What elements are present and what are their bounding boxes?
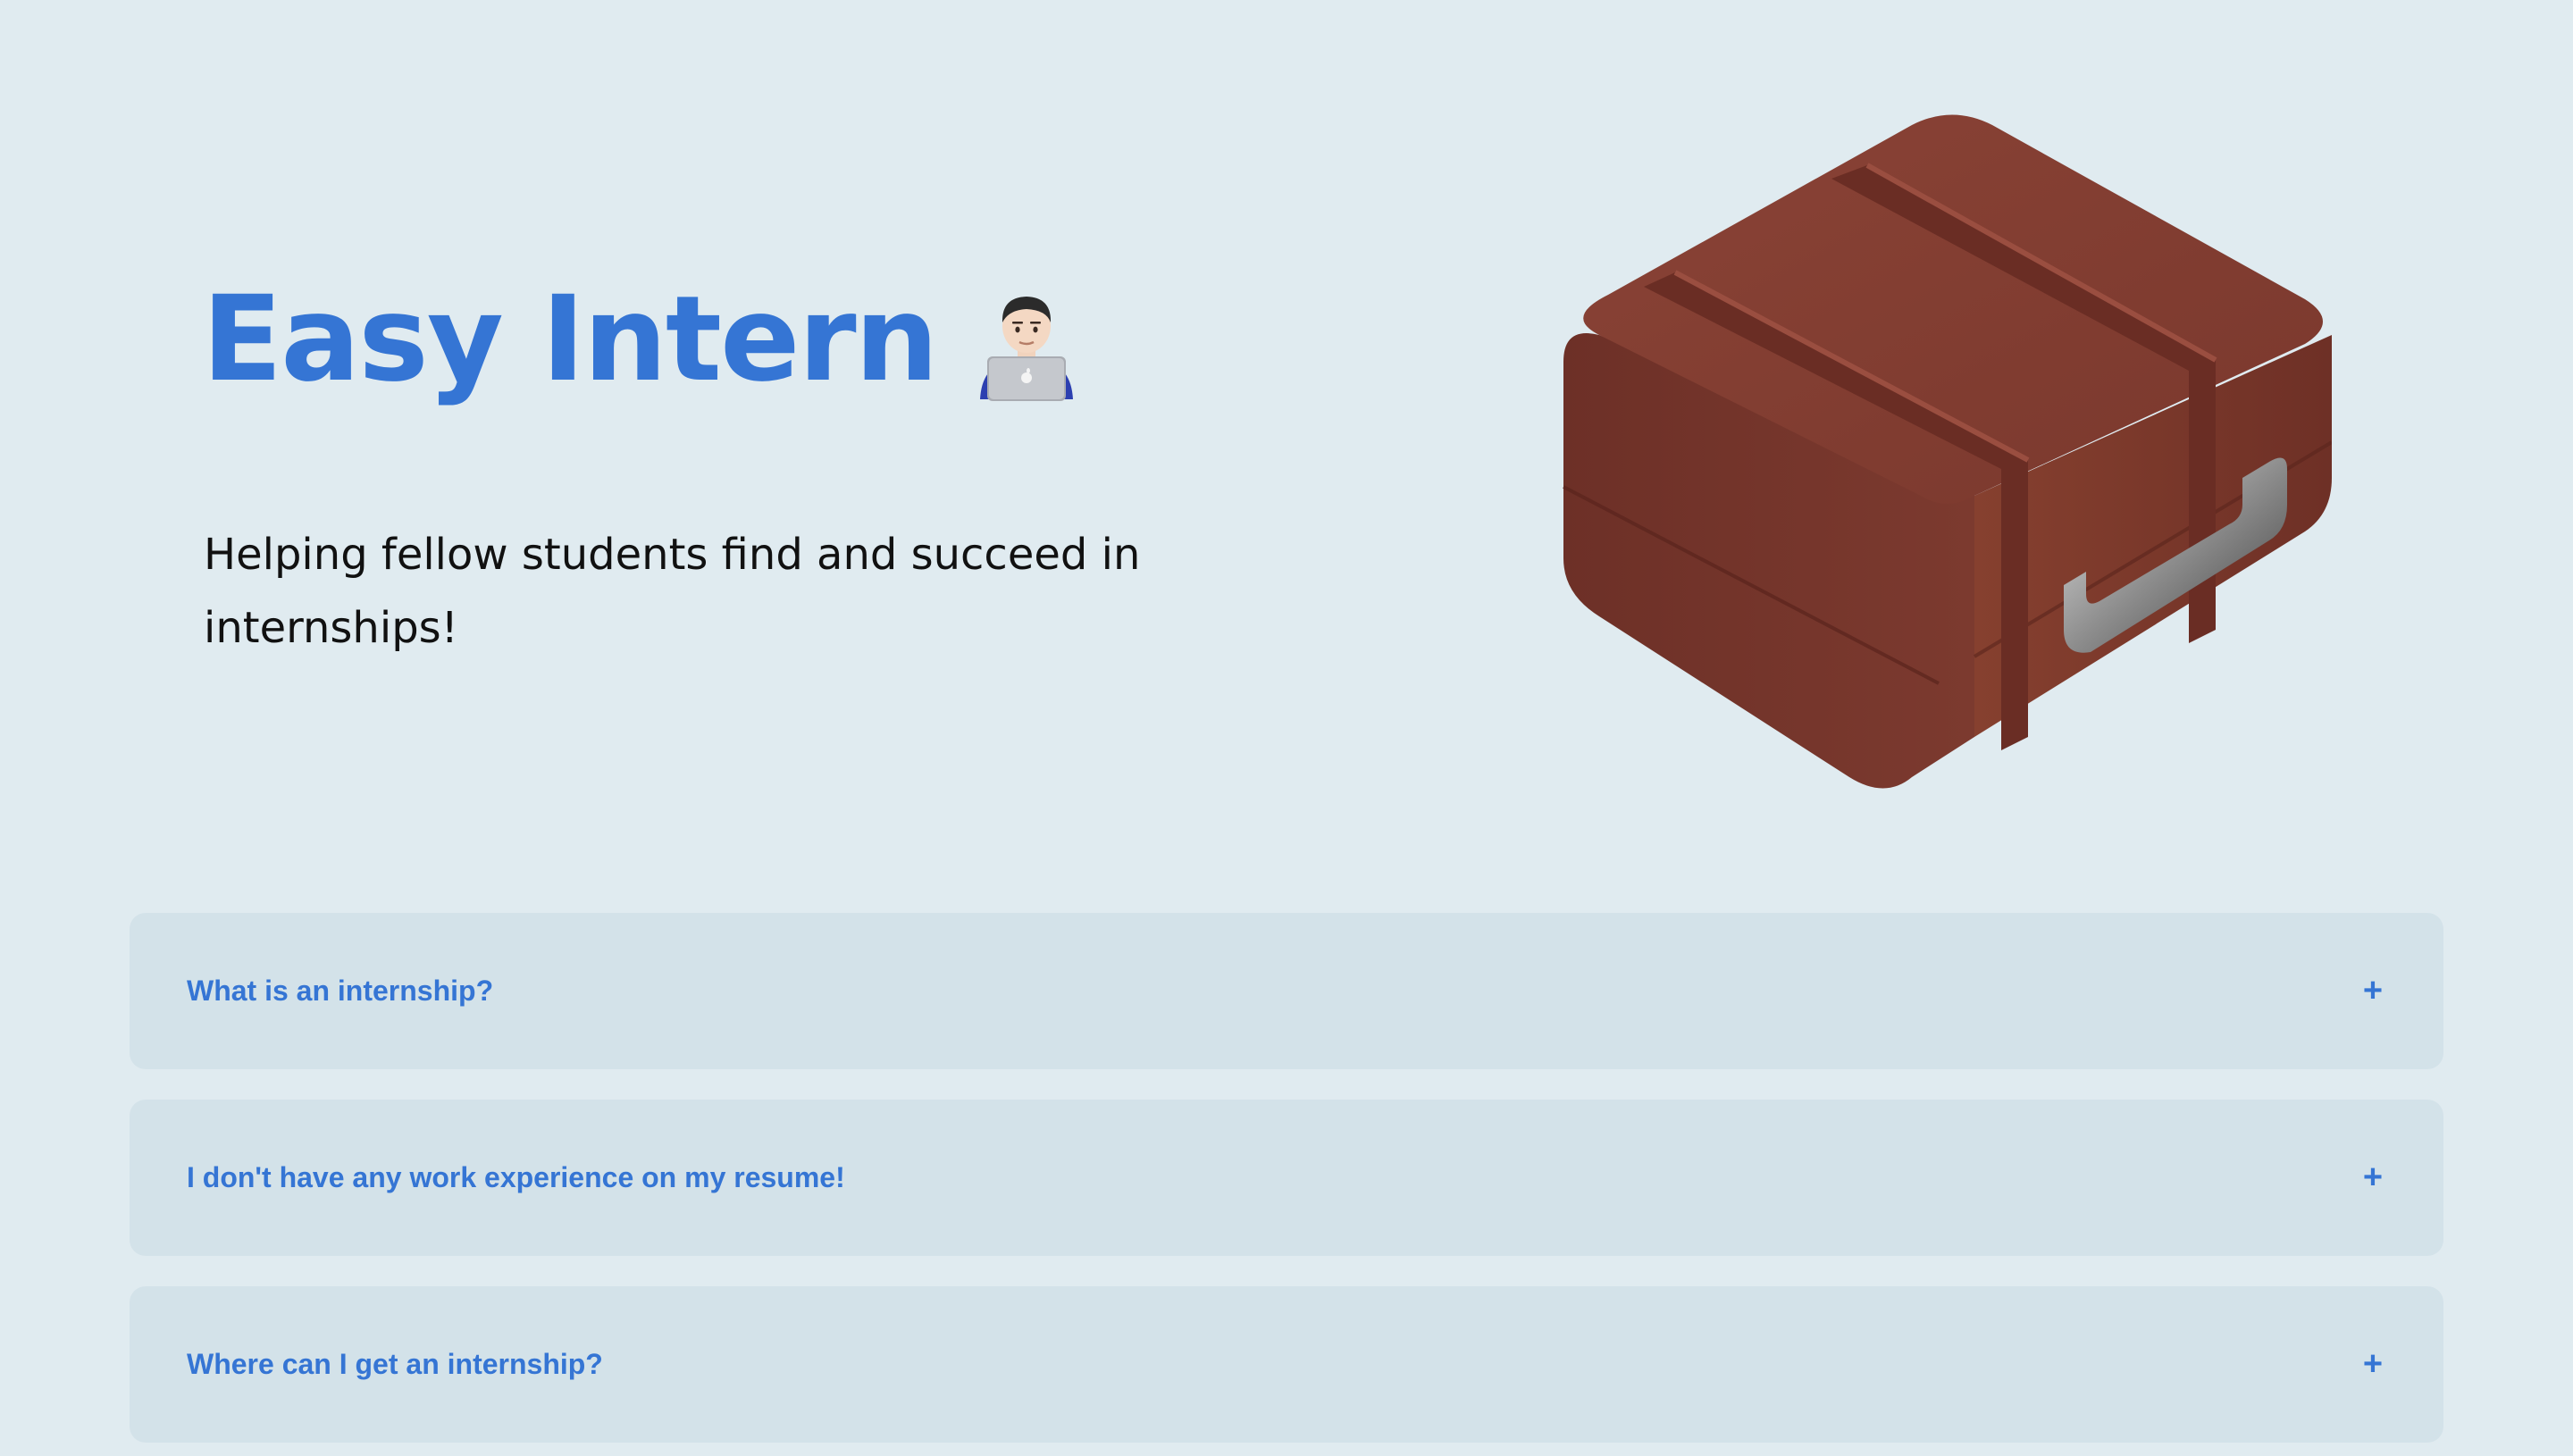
plus-icon[interactable]: +: [2359, 1159, 2386, 1197]
faq-question: I don't have any work experience on my r…: [187, 1161, 845, 1193]
faq-item-no-experience[interactable]: I don't have any work experience on my r…: [130, 1100, 2443, 1256]
technologist-icon: [973, 285, 1080, 401]
plus-icon[interactable]: +: [2359, 1345, 2386, 1384]
faq-question: What is an internship?: [187, 975, 494, 1007]
plus-icon[interactable]: +: [2359, 972, 2386, 1010]
hero-title: Easy Intern: [202, 268, 1080, 411]
hero-subtitle: Helping fellow students find and succeed…: [204, 530, 1141, 653]
briefcase-icon: [1528, 112, 2334, 808]
faq-item-what-is-internship[interactable]: What is an internship? +: [130, 913, 2443, 1069]
faq-question: Where can I get an internship?: [187, 1348, 603, 1380]
hero-title-text: Easy Intern: [202, 271, 939, 408]
page: Easy Intern Helping fellow students find…: [0, 0, 2573, 1456]
faq-item-where-to-get[interactable]: Where can I get an internship? +: [130, 1286, 2443, 1443]
